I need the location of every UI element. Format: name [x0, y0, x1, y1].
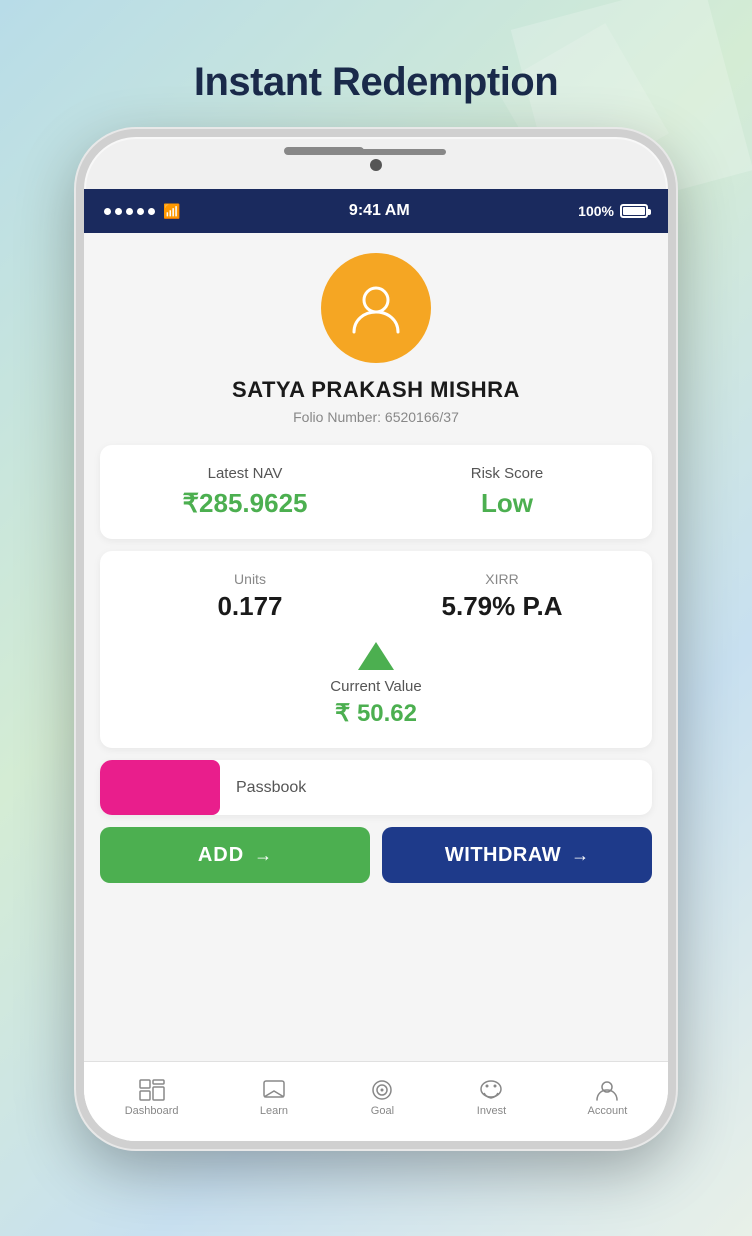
add-button[interactable]: ADD → — [100, 827, 370, 883]
xirr-value: 5.79% P.A — [442, 591, 563, 622]
risk-value: Low — [481, 488, 533, 519]
withdraw-button-label: WITHDRAW — [445, 844, 561, 867]
signal-dot — [115, 208, 122, 215]
phone-btn-mute — [76, 297, 80, 342]
current-value-label: Current Value — [330, 678, 421, 695]
nav-risk-row: Latest NAV ₹285.9625 Risk Score Low — [124, 465, 628, 519]
page-title: Instant Redemption — [194, 60, 558, 105]
status-signal: 📶 — [104, 203, 180, 220]
add-button-label: ADD — [198, 844, 244, 867]
current-value-section: Current Value ₹ 50.62 — [124, 642, 628, 728]
nav-item-account[interactable]: Account — [588, 1079, 628, 1117]
phone-btn-vol-up — [76, 357, 80, 427]
dashboard-icon — [139, 1079, 165, 1101]
nav-col: Latest NAV ₹285.9625 — [124, 465, 366, 519]
units-label: Units — [234, 571, 266, 587]
withdraw-button[interactable]: WITHDRAW → — [382, 827, 652, 883]
xirr-label: XIRR — [485, 571, 518, 587]
invest-icon — [478, 1079, 504, 1101]
phone-camera — [370, 159, 382, 171]
nav-label: Latest NAV — [208, 465, 283, 482]
nav-item-invest[interactable]: Invest — [477, 1079, 506, 1117]
xirr-col: XIRR 5.79% P.A — [376, 571, 628, 622]
battery-percent: 100% — [578, 203, 614, 219]
risk-col: Risk Score Low — [386, 465, 628, 519]
signal-dot — [137, 208, 144, 215]
profile-section: SATYA PRAKASH MISHRA Folio Number: 65201… — [84, 233, 668, 445]
phone-content: SATYA PRAKASH MISHRA Folio Number: 65201… — [84, 233, 668, 1141]
goal-icon — [369, 1079, 395, 1101]
nav-invest-label: Invest — [477, 1105, 506, 1117]
learn-icon — [261, 1079, 287, 1101]
status-battery: 100% — [578, 203, 648, 219]
battery-icon — [620, 204, 648, 218]
add-arrow-icon: → — [254, 845, 272, 866]
user-name: SATYA PRAKASH MISHRA — [232, 377, 520, 403]
avatar — [321, 253, 431, 363]
nav-learn-label: Learn — [260, 1105, 288, 1117]
nav-value: ₹285.9625 — [183, 488, 308, 519]
nav-risk-card: Latest NAV ₹285.9625 Risk Score Low — [100, 445, 652, 539]
passbook-tab-active[interactable] — [100, 760, 220, 815]
units-xirr-card: Units 0.177 XIRR 5.79% P.A Current Value… — [100, 551, 652, 748]
nav-item-learn[interactable]: Learn — [260, 1079, 288, 1117]
units-col: Units 0.177 — [124, 571, 376, 622]
account-icon — [594, 1079, 620, 1101]
phone-notch — [306, 149, 446, 155]
wifi-icon: 📶 — [163, 203, 180, 220]
risk-label: Risk Score — [471, 465, 544, 482]
nav-item-goal[interactable]: Goal — [369, 1079, 395, 1117]
passbook-label[interactable]: Passbook — [236, 779, 306, 797]
action-buttons: ADD → WITHDRAW → — [100, 827, 652, 883]
status-bar: 📶 9:41 AM 100% — [84, 189, 668, 233]
signal-dot — [148, 208, 155, 215]
nav-goal-label: Goal — [371, 1105, 394, 1117]
withdraw-arrow-icon: → — [571, 845, 589, 866]
phone-frame: 📶 9:41 AM 100% SATYA PRAKASH MISHRA Foli… — [76, 129, 676, 1149]
units-xirr-row: Units 0.177 XIRR 5.79% P.A — [124, 571, 628, 622]
folio-number: Folio Number: 6520166/37 — [293, 409, 459, 425]
passbook-area[interactable]: Passbook — [100, 760, 652, 815]
trend-up-icon — [358, 642, 394, 670]
units-value: 0.177 — [217, 591, 282, 622]
phone-btn-vol-down — [76, 443, 80, 513]
bottom-nav: Dashboard Learn Goal — [84, 1061, 668, 1141]
signal-dot — [104, 208, 111, 215]
status-time: 9:41 AM — [349, 202, 410, 220]
phone-btn-power — [672, 337, 676, 407]
battery-fill — [623, 207, 645, 215]
nav-item-dashboard[interactable]: Dashboard — [125, 1079, 179, 1117]
nav-dashboard-label: Dashboard — [125, 1105, 179, 1117]
signal-dot — [126, 208, 133, 215]
nav-account-label: Account — [588, 1105, 628, 1117]
current-value-amount: ₹ 50.62 — [335, 699, 417, 728]
